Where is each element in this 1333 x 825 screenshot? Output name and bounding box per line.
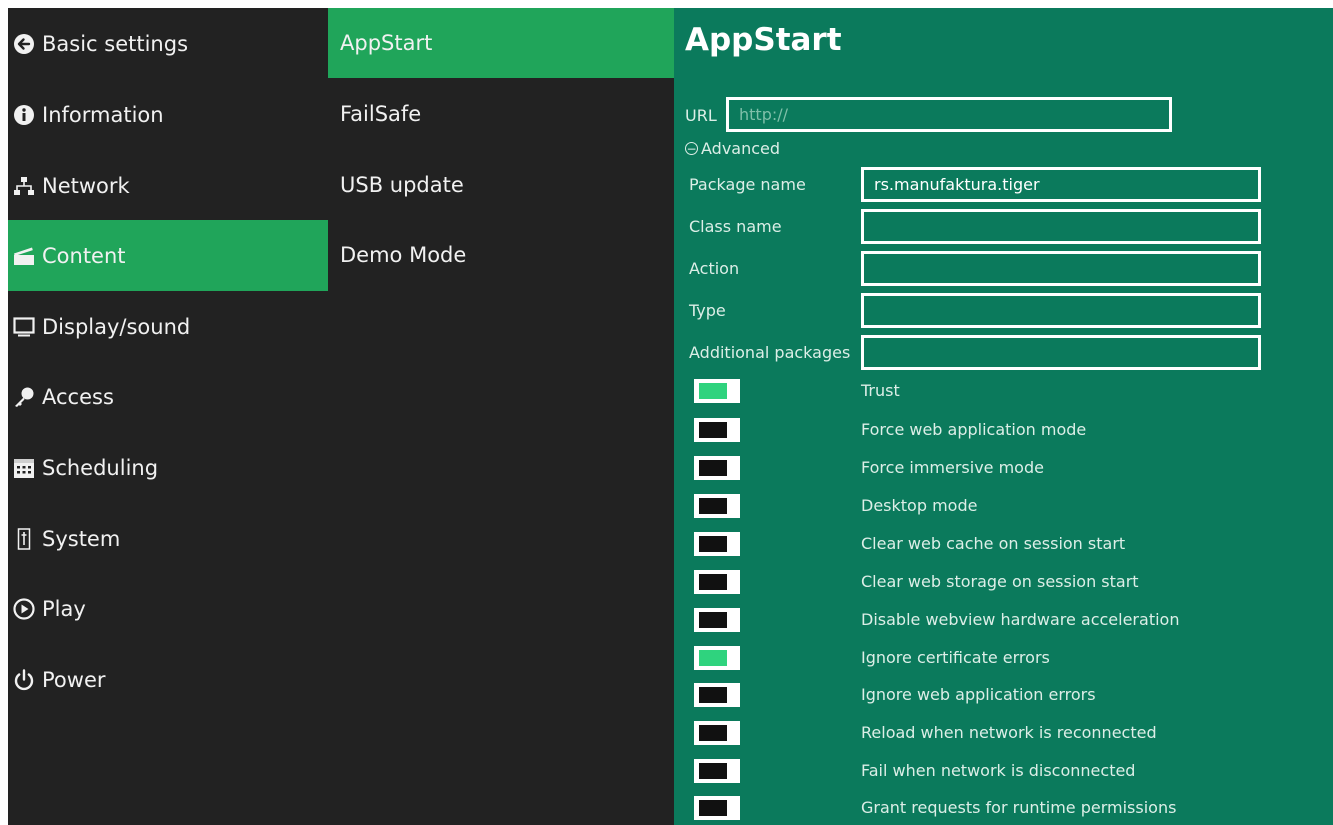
monitor-icon (12, 315, 36, 339)
clear-web-cache-toggle[interactable] (694, 532, 740, 556)
back-arrow-circle-icon (12, 32, 36, 56)
type-label: Type (689, 301, 726, 320)
type-field[interactable] (861, 293, 1261, 328)
package-name-label: Package name (689, 175, 806, 194)
ignore-web-application-errors-toggle[interactable] (694, 683, 740, 707)
package-name-field[interactable] (861, 167, 1261, 202)
desktop-mode-toggle[interactable] (694, 494, 740, 518)
additional-packages-label: Additional packages (689, 343, 851, 362)
nav-item-information[interactable]: Information (8, 79, 328, 150)
network-icon (12, 174, 36, 198)
force-immersive-mode-toggle[interactable] (694, 456, 740, 480)
power-icon (12, 668, 36, 692)
nav-item-label: Network (42, 173, 130, 198)
nav-item-label: Content (42, 243, 126, 268)
subnav-item-label: AppStart (340, 31, 433, 55)
system-icon (12, 527, 36, 551)
action-field[interactable] (861, 251, 1261, 286)
content-subnav: AppStart FailSafe USB update Demo Mode (328, 8, 674, 825)
grant-runtime-permissions-toggle[interactable] (694, 796, 740, 820)
nav-item-label: Access (42, 384, 114, 409)
disable-hardware-acceleration-toggle[interactable] (694, 608, 740, 632)
url-label: URL (685, 106, 717, 125)
calendar-icon (12, 456, 36, 480)
action-label: Action (689, 259, 740, 278)
nav-item-label: Basic settings (42, 31, 189, 56)
trust-toggle[interactable] (694, 379, 740, 403)
clear-web-storage-label: Clear web storage on session start (861, 572, 1139, 591)
subnav-item-appstart[interactable]: AppStart (328, 8, 674, 78)
force-web-application-mode-toggle[interactable] (694, 418, 740, 442)
advanced-toggle[interactable]: − Advanced (685, 139, 780, 158)
nav-item-basic-settings[interactable]: Basic settings (8, 8, 328, 79)
clear-web-cache-label: Clear web cache on session start (861, 534, 1126, 553)
class-name-label: Class name (689, 217, 782, 236)
nav-item-play[interactable]: Play (8, 573, 328, 644)
fail-on-disconnect-toggle[interactable] (694, 759, 740, 783)
force-immersive-mode-label: Force immersive mode (861, 458, 1044, 477)
subnav-item-usb-update[interactable]: USB update (328, 150, 674, 220)
ignore-web-application-errors-label: Ignore web application errors (861, 685, 1096, 704)
trust-label: Trust (861, 381, 900, 400)
nav-item-power[interactable]: Power (8, 644, 328, 715)
nav-item-content[interactable]: Content (8, 220, 328, 291)
nav-item-display-sound[interactable]: Display/sound (8, 291, 328, 362)
advanced-label: Advanced (701, 139, 781, 158)
page-title: AppStart (685, 22, 842, 58)
force-web-application-mode-label: Force web application mode (861, 420, 1087, 439)
key-icon (12, 385, 36, 409)
nav-item-label: Scheduling (42, 455, 159, 480)
ignore-certificate-errors-toggle[interactable] (694, 646, 740, 670)
subnav-item-failsafe[interactable]: FailSafe (328, 79, 674, 149)
collapse-minus-icon: − (685, 141, 698, 156)
additional-packages-field[interactable] (861, 335, 1261, 370)
clear-web-storage-toggle[interactable] (694, 570, 740, 594)
class-name-field[interactable] (861, 209, 1261, 244)
subnav-item-label: FailSafe (340, 102, 422, 126)
nav-item-label: Display/sound (42, 314, 191, 339)
reload-on-reconnect-label: Reload when network is reconnected (861, 723, 1157, 742)
nav-item-scheduling[interactable]: Scheduling (8, 432, 328, 503)
main-nav: Basic settings Information Network Conte… (8, 8, 328, 825)
nav-item-system[interactable]: System (8, 503, 328, 574)
disable-hardware-acceleration-label: Disable webview hardware acceleration (861, 610, 1180, 629)
appstart-panel: AppStart URL − Advanced Package name Cla… (674, 8, 1333, 825)
subnav-item-demo-mode[interactable]: Demo Mode (328, 220, 674, 290)
subnav-item-label: USB update (340, 173, 464, 197)
nav-item-label: Information (42, 102, 164, 127)
nav-item-network[interactable]: Network (8, 150, 328, 221)
nav-item-label: Play (42, 596, 86, 621)
grant-runtime-permissions-label: Grant requests for runtime permissions (861, 798, 1177, 817)
play-circle-icon (12, 597, 36, 621)
fail-on-disconnect-label: Fail when network is disconnected (861, 761, 1136, 780)
reload-on-reconnect-toggle[interactable] (694, 721, 740, 745)
subnav-item-label: Demo Mode (340, 243, 467, 267)
nav-item-access[interactable]: Access (8, 361, 328, 432)
nav-item-label: System (42, 526, 121, 551)
nav-item-label: Power (42, 667, 106, 692)
desktop-mode-label: Desktop mode (861, 496, 978, 515)
info-circle-icon (12, 103, 36, 127)
ignore-certificate-errors-label: Ignore certificate errors (861, 648, 1050, 667)
clapperboard-icon (12, 244, 36, 268)
url-input[interactable] (726, 97, 1172, 132)
